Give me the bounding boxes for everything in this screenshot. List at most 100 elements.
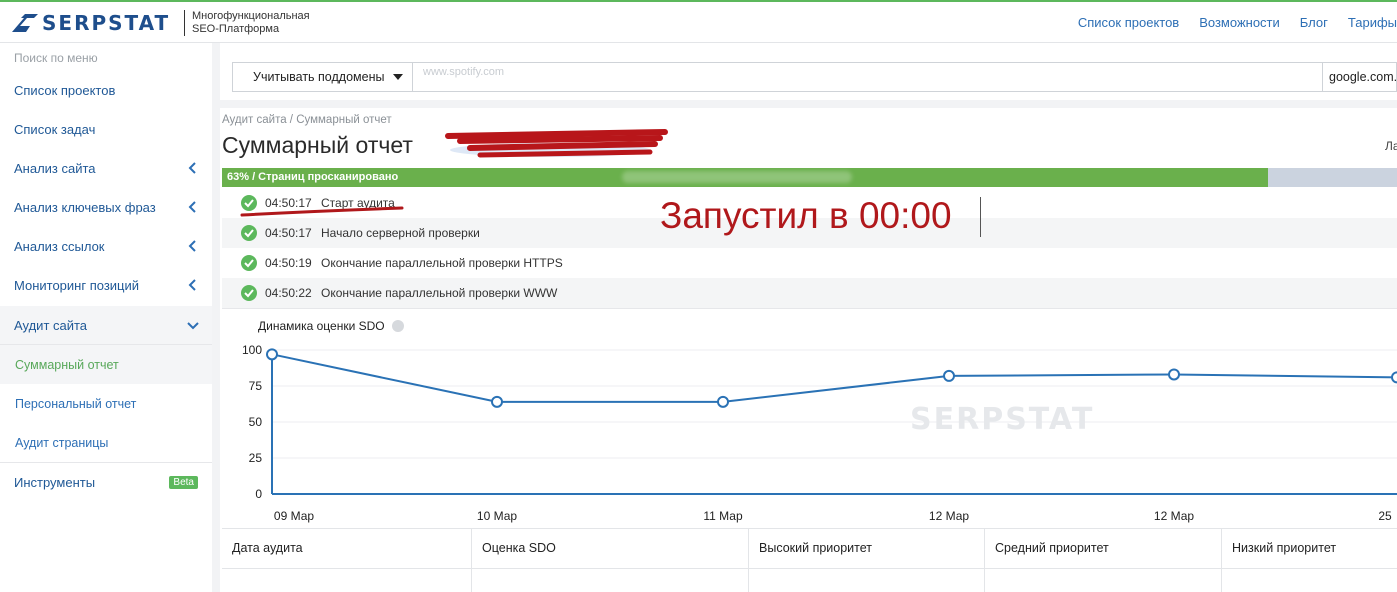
log-time: 04:50:19 xyxy=(265,256,312,270)
table-cell-divider xyxy=(471,569,472,592)
y-tick-label: 75 xyxy=(249,379,263,393)
x-tick-label: 10 Мар xyxy=(477,509,517,523)
sidebar-item-tools[interactable]: Инструменты Beta xyxy=(0,463,212,502)
search-engine-select[interactable]: google.com. xyxy=(1322,63,1397,91)
sidebar-item-tasks[interactable]: Список задач xyxy=(0,110,212,149)
sidebar-item-summary-report[interactable]: Суммарный отчет xyxy=(0,345,212,384)
y-tick-label: 50 xyxy=(249,415,263,429)
sidebar-item-label: Анализ ссылок xyxy=(14,239,105,254)
chevron-left-icon xyxy=(188,279,196,291)
top-header: SERPSTAT Многофункциональная SEO-Платфор… xyxy=(0,0,1397,43)
sidebar-item-site-analysis[interactable]: Анализ сайта xyxy=(0,149,212,188)
redaction-scribble xyxy=(445,129,668,158)
domain-input[interactable]: www.spotify.com xyxy=(423,66,504,78)
column-header-low[interactable]: Низкий приоритет xyxy=(1221,529,1397,570)
sidebar-item-keyword-analysis[interactable]: Анализ ключевых фраз xyxy=(0,188,212,227)
scan-progress-bar: 63% / Страниц просканировано xyxy=(222,168,1397,187)
check-circle-icon xyxy=(241,225,257,241)
sidebar-item-label: Аудит сайта xyxy=(14,317,88,333)
sidebar-item-label: Персональный отчет xyxy=(15,396,137,411)
sidebar-search-input[interactable]: Поиск по меню xyxy=(14,51,98,65)
breadcrumb: Аудит сайта / Суммарный отчет xyxy=(222,114,392,126)
data-point[interactable] xyxy=(1391,371,1397,384)
nav-features-link[interactable]: Возможности xyxy=(1199,15,1280,30)
column-header-medium[interactable]: Средний приоритет xyxy=(984,529,1221,570)
sidebar-item-label: Суммарный отчет xyxy=(15,357,119,372)
serpstat-logo-icon xyxy=(12,14,38,32)
truncated-label: Ла xyxy=(1385,139,1397,153)
log-message: Окончание параллельной проверки WWW xyxy=(321,286,558,300)
nav-projects-link[interactable]: Список проектов xyxy=(1078,15,1179,30)
chart-watermark: SERPSTAT xyxy=(910,402,1094,437)
serpstat-logo[interactable]: SERPSTAT xyxy=(12,11,170,35)
top-nav: Список проектов Возможности Блог Тарифы xyxy=(1058,15,1397,30)
data-point[interactable] xyxy=(717,395,729,408)
table-cell-divider xyxy=(1221,569,1222,592)
brand-name: SERPSTAT xyxy=(42,11,171,35)
column-header-date[interactable]: Дата аудита xyxy=(222,529,471,570)
column-header-high[interactable]: Высокий приоритет xyxy=(748,529,984,570)
sidebar-item-site-audit[interactable]: Аудит сайта xyxy=(0,306,212,345)
chevron-left-icon xyxy=(188,201,196,213)
sdo-line-chart: SERPSTAT 100 75 50 25 0 09 Мар 10 Мар 11 Мар 12… xyxy=(242,343,1397,523)
sidebar-item-label: Список задач xyxy=(14,122,96,137)
sidebar-item-link-analysis[interactable]: Анализ ссылок xyxy=(0,227,212,266)
sidebar-item-label: Анализ ключевых фраз xyxy=(14,200,156,215)
check-circle-icon xyxy=(241,285,257,301)
x-tick-label: 25 xyxy=(1378,509,1392,523)
annotation-text: Запустил в 00:00 xyxy=(660,195,952,236)
progress-text: 63% / Страниц просканировано xyxy=(227,171,399,183)
data-point[interactable] xyxy=(943,369,955,382)
table-row xyxy=(222,569,1397,592)
nav-blog-link[interactable]: Блог xyxy=(1300,15,1328,30)
sidebar-item-label: Список проектов xyxy=(14,83,116,98)
table-cell-divider xyxy=(748,569,749,592)
y-tick-label: 25 xyxy=(249,451,263,465)
nav-pricing-link[interactable]: Тарифы xyxy=(1348,15,1397,30)
log-message: Окончание параллельной проверки HTTPS xyxy=(321,256,563,270)
sidebar-item-label: Инструменты xyxy=(14,475,96,490)
subdomains-label: Учитывать поддомены xyxy=(253,70,385,84)
log-row: 04:50:22 Окончание параллельной проверки… xyxy=(222,278,1397,308)
x-tick-label: 11 Мар xyxy=(703,509,743,523)
x-tick-label: 09 Мар xyxy=(274,509,314,523)
log-time: 04:50:17 xyxy=(265,226,312,240)
caret-down-icon xyxy=(393,74,403,80)
data-point[interactable] xyxy=(1168,368,1180,381)
check-circle-icon xyxy=(241,255,257,271)
sidebar-item-page-audit[interactable]: Аудит страницы xyxy=(0,423,212,462)
log-message: Начало серверной проверки xyxy=(321,226,480,240)
x-tick-label: 12 Мар xyxy=(1154,509,1194,523)
logo-separator xyxy=(184,10,185,36)
sidebar-item-label: Мониторинг позиций xyxy=(14,278,140,293)
x-tick-label: 12 Мар xyxy=(929,509,969,523)
sidebar-item-rank-tracking[interactable]: Мониторинг позиций xyxy=(0,266,212,305)
sidebar-item-projects[interactable]: Список проектов xyxy=(0,71,212,110)
beta-badge: Beta xyxy=(169,476,198,489)
chevron-down-icon xyxy=(187,322,199,330)
sidebar-item-personal-report[interactable]: Персональный отчет xyxy=(0,384,212,423)
log-time: 04:50:22 xyxy=(265,286,312,300)
table-cell-divider xyxy=(984,569,985,592)
tagline-line1: Многофункциональная xyxy=(192,10,310,22)
y-tick-label: 0 xyxy=(255,487,262,501)
tagline-line2: SEO-Платформа xyxy=(192,23,280,35)
subdomains-dropdown[interactable]: Учитывать поддомены xyxy=(233,63,413,91)
audit-table-header: Дата аудита Оценка SDO Высокий приоритет… xyxy=(222,528,1397,570)
page-title: Суммарный отчет xyxy=(222,132,413,158)
sidebar-item-label: Анализ сайта xyxy=(14,161,96,176)
chevron-left-icon xyxy=(188,240,196,252)
data-point[interactable] xyxy=(491,395,503,408)
separator-band xyxy=(220,100,1397,108)
sidebar: Поиск по меню Список проектов Список зад… xyxy=(0,43,212,592)
data-point[interactable] xyxy=(266,348,278,361)
blurred-progress-detail xyxy=(622,171,852,183)
text-cursor xyxy=(980,197,981,237)
annotation-underline xyxy=(240,206,404,217)
search-bar: Учитывать поддомены www.spotify.com goog… xyxy=(232,62,1397,92)
tagline: Многофункциональная SEO-Платформа xyxy=(192,10,310,36)
sidebar-item-label: Аудит страницы xyxy=(15,435,109,450)
sdo-chart-panel: Динамика оценки SDO SERPSTAT 100 75 50 25 0 … xyxy=(222,308,1397,528)
sdo-series-line xyxy=(271,353,1397,403)
column-header-sdo[interactable]: Оценка SDO xyxy=(471,529,748,570)
